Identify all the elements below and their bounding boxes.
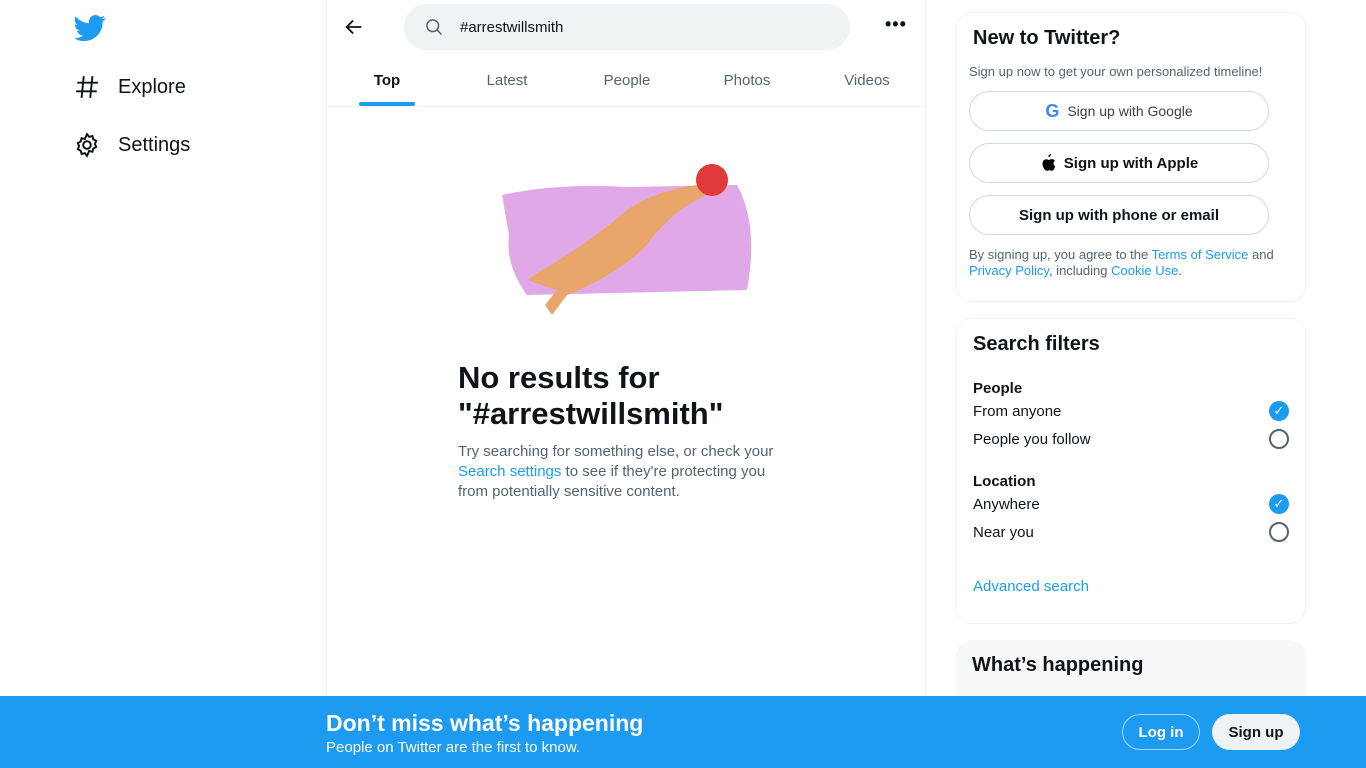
- no-results-title: No results for "#arrestwillsmith": [458, 360, 788, 432]
- signup-subtitle: Sign up now to get your own personalized…: [969, 64, 1263, 79]
- search-tabs: Top Latest People Photos Videos: [327, 56, 927, 107]
- no-results-text: Try searching for something else, or che…: [458, 442, 788, 502]
- advanced-search-link[interactable]: Advanced search: [973, 578, 1289, 595]
- tab-photos[interactable]: Photos: [687, 56, 807, 106]
- hashtag-icon: [76, 76, 98, 98]
- filter-near-you[interactable]: Near you: [973, 518, 1289, 546]
- twitter-logo-icon[interactable]: [74, 12, 106, 44]
- nav-settings[interactable]: Settings: [74, 132, 190, 158]
- apple-icon: [1042, 154, 1055, 171]
- filter-label: People you follow: [973, 430, 1091, 448]
- title-line: "#arrestwillsmith": [458, 396, 724, 431]
- search-value: #arrestwillsmith: [460, 18, 564, 36]
- signup-banner: Don’t miss what’s happening People on Tw…: [0, 696, 1366, 768]
- filter-anywhere[interactable]: Anywhere ✓: [973, 490, 1289, 518]
- nav-label: Settings: [118, 133, 191, 156]
- terms-link[interactable]: Terms of Service: [1152, 247, 1249, 262]
- nav-explore[interactable]: Explore: [74, 74, 186, 100]
- button-label: Sign up with Apple: [1063, 154, 1199, 172]
- banner-title: Don’t miss what’s happening: [326, 710, 644, 736]
- text: By signing up, you agree to the: [969, 247, 1152, 262]
- more-options-icon[interactable]: •••: [885, 14, 907, 35]
- text: Try searching for something else, or che…: [458, 443, 774, 460]
- checked-icon[interactable]: ✓: [1269, 401, 1289, 421]
- tab-videos[interactable]: Videos: [807, 56, 927, 106]
- privacy-link[interactable]: Privacy Policy: [969, 263, 1049, 278]
- signup-button[interactable]: Sign up: [1212, 714, 1300, 750]
- search-input[interactable]: #arrestwillsmith: [404, 4, 850, 50]
- title-line: No results for: [458, 360, 660, 395]
- filter-label: Anywhere: [973, 495, 1040, 513]
- location-heading: Location: [973, 473, 1036, 490]
- google-signup-button[interactable]: G Sign up with Google: [969, 91, 1269, 131]
- text: and: [1248, 247, 1274, 262]
- filter-from-anyone[interactable]: From anyone ✓: [973, 397, 1289, 425]
- left-sidebar: Explore Settings: [0, 0, 326, 768]
- login-button[interactable]: Log in: [1122, 714, 1200, 750]
- signup-title: New to Twitter?: [973, 27, 1121, 49]
- filters-title: Search filters: [973, 333, 1100, 355]
- nav-label: Explore: [118, 75, 186, 98]
- signup-card: New to Twitter? Sign up now to get your …: [956, 12, 1306, 302]
- back-arrow-icon[interactable]: [343, 16, 365, 38]
- rubber-chicken-illustration: [502, 164, 752, 315]
- tab-top[interactable]: Top: [327, 56, 447, 106]
- terms-text: By signing up, you agree to the Terms of…: [969, 247, 1293, 279]
- checked-icon[interactable]: ✓: [1269, 494, 1289, 514]
- phone-email-signup-button[interactable]: Sign up with phone or email: [969, 195, 1269, 235]
- filter-label: Near you: [973, 523, 1034, 541]
- main-column: #arrestwillsmith ••• Top Latest People P…: [326, 0, 927, 768]
- radio-empty-icon[interactable]: [1269, 522, 1289, 542]
- tab-people[interactable]: People: [567, 56, 687, 106]
- search-filters-card: Search filters People From anyone ✓ Peopl…: [956, 318, 1306, 624]
- happening-title: What’s happening: [972, 654, 1144, 676]
- filter-people-you-follow[interactable]: People you follow: [973, 425, 1289, 453]
- search-settings-link[interactable]: Search settings: [458, 463, 561, 480]
- people-heading: People: [973, 380, 1023, 397]
- text: .: [1178, 263, 1182, 278]
- apple-signup-button[interactable]: Sign up with Apple: [969, 143, 1269, 183]
- gear-icon: [76, 132, 98, 158]
- button-label: Sign up with Google: [1067, 103, 1193, 119]
- button-label: Sign up with phone or email: [1018, 206, 1219, 224]
- banner-subtitle: People on Twitter are the first to know.: [326, 739, 581, 756]
- radio-empty-icon[interactable]: [1269, 429, 1289, 449]
- text: , including: [1048, 263, 1112, 278]
- no-results: No results for "#arrestwillsmith" Try sea…: [458, 360, 788, 502]
- cookie-link[interactable]: Cookie Use: [1111, 263, 1178, 278]
- google-icon: G: [1045, 100, 1060, 121]
- search-icon: [426, 19, 443, 36]
- filter-label: From anyone: [973, 402, 1062, 420]
- tab-latest[interactable]: Latest: [447, 56, 567, 106]
